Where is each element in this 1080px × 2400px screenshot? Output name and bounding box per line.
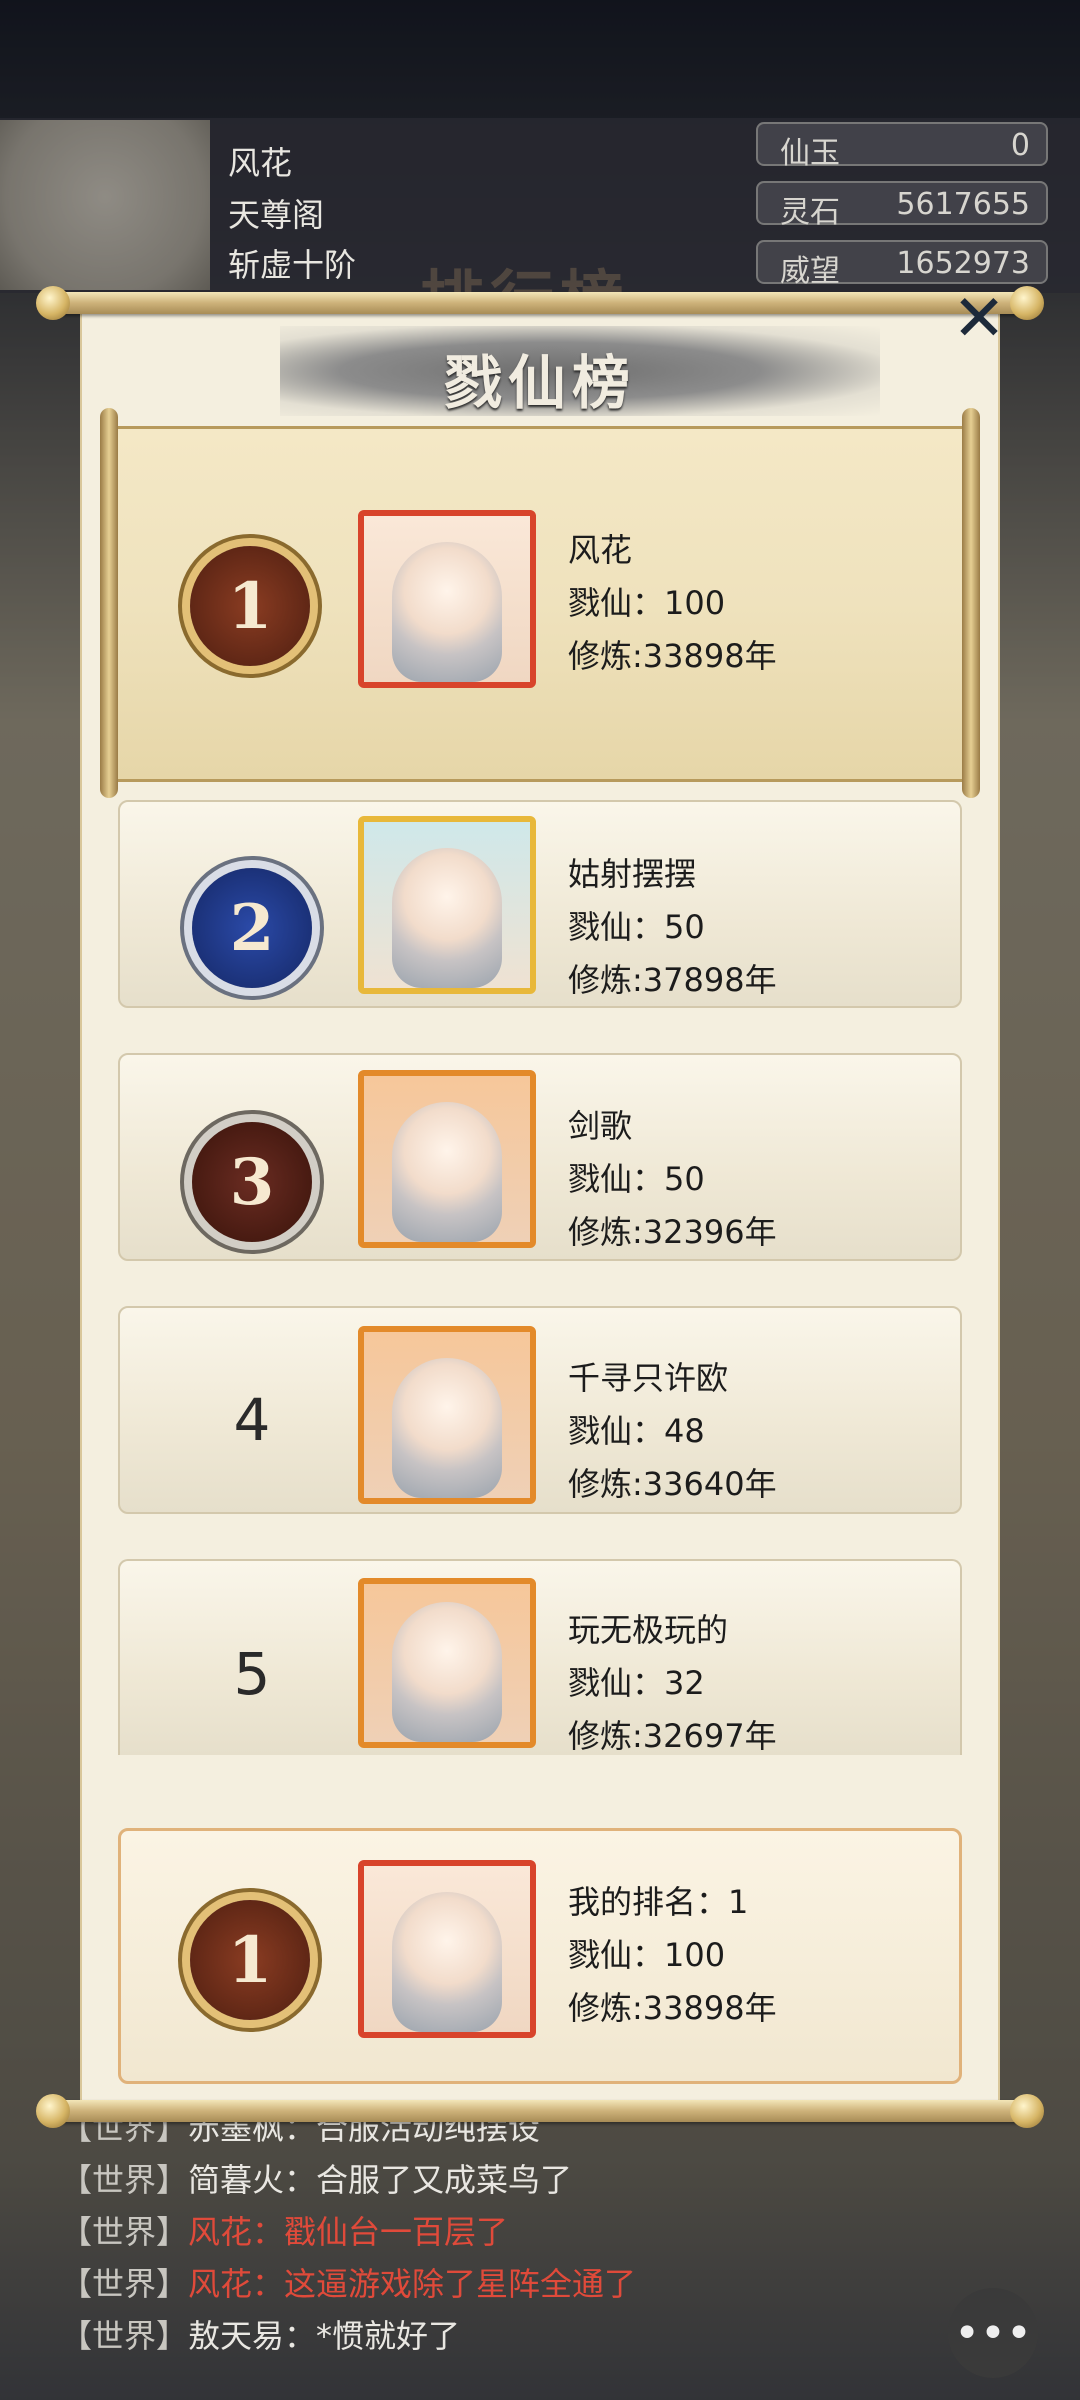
rank-number: 4: [233, 1386, 271, 1454]
entry-kills: 戮仙：100: [568, 584, 726, 622]
player-portrait: [358, 816, 536, 994]
chat-line: 【世界】风花：这逼游戏除了星阵全通了: [60, 2258, 636, 2310]
chat-line: 【世界】风花：戳仙台一百层了: [60, 2206, 636, 2258]
entry-info: 玩无极玩的 戮仙：32 修炼:32697年: [568, 1604, 777, 1763]
chat-text: 这逼游戏除了星阵全通了: [284, 2265, 637, 2303]
rod-knob: [1010, 286, 1044, 320]
portrait-face: [392, 1358, 502, 1498]
entry-info: 剑歌 戮仙：50 修炼:32396年: [568, 1100, 777, 1259]
portrait-face: [392, 1102, 502, 1242]
entry-name: 玩无极玩的: [568, 1611, 729, 1649]
portrait-face: [392, 1602, 502, 1742]
modal-title: 戮仙榜: [443, 349, 636, 417]
entry-kills: 戮仙：48: [568, 1412, 705, 1450]
close-x-icon[interactable]: ✕: [944, 282, 1014, 356]
my-kills: 戮仙：100: [568, 1936, 726, 1974]
rank-medal-gold: 1: [190, 1900, 310, 2020]
chat-text: *惯就好了: [316, 2317, 461, 2355]
player-name: 风花: [228, 144, 293, 182]
chat-text: 合服了又成菜鸟了: [316, 2161, 573, 2199]
player-avatar[interactable]: [0, 120, 210, 290]
entry-info: 风花 戮仙：100 修炼:33898年: [568, 524, 777, 683]
my-cultivation: 修炼:33898年: [568, 1989, 777, 2027]
rank-medal-silver: 2: [192, 868, 312, 988]
my-portrait: [358, 1860, 536, 2038]
player-sect: 天尊阁: [228, 196, 325, 234]
scroll-bottom-rod: [44, 2100, 1036, 2122]
resource-label: 威望: [780, 254, 840, 289]
chat-line: 【世界】敖天易：*惯就好了: [60, 2310, 636, 2362]
rod-knob: [36, 286, 70, 320]
resource-weiwang: 威望 1652973: [756, 240, 1048, 289]
chat-speaker: 敖天易：: [188, 2317, 317, 2355]
entry-kills: 戮仙：50: [568, 1160, 705, 1198]
chat-bubble-icon[interactable]: •••: [948, 2288, 1038, 2378]
entry-name: 千寻只许欧: [568, 1359, 729, 1397]
rod-knob: [36, 2094, 70, 2128]
entry-cultivation: 修炼:32396年: [568, 1213, 777, 1251]
entry-info: 千寻只许欧 戮仙：48 修炼:33640年: [568, 1352, 777, 1511]
entry-cultivation: 修炼:33640年: [568, 1465, 777, 1503]
entry-scroll-rod: [100, 408, 118, 798]
chat-channel: 【世界】: [60, 2213, 189, 2251]
chat-speaker: 简暮火：: [188, 2161, 317, 2199]
player-portrait: [358, 510, 536, 688]
resource-value: 1652973: [896, 246, 1030, 281]
chat-channel: 【世界】: [60, 2161, 189, 2199]
player-portrait: [358, 1578, 536, 1748]
entry-cultivation: 修炼:32697年: [568, 1717, 777, 1755]
entry-kills: 戮仙：50: [568, 908, 705, 946]
player-portrait: [358, 1070, 536, 1248]
rank-medal-bronze: 3: [192, 1122, 312, 1242]
rank-number: 5: [233, 1640, 271, 1708]
rank-medal-gold: 1: [190, 546, 310, 666]
portrait-face: [392, 848, 502, 988]
entry-info: 姑射摆摆 戮仙：50 修炼:37898年: [568, 848, 777, 1007]
chat-line: 【世界】简暮火：合服了又成菜鸟了: [60, 2154, 636, 2206]
chat-channel: 【世界】: [60, 2317, 189, 2355]
resource-xianyu: 仙玉 0: [756, 122, 1048, 171]
resource-label: 仙玉: [780, 136, 840, 171]
entry-name: 姑射摆摆: [568, 855, 697, 893]
world-chat[interactable]: 【世界】赤墨枫：合服活动纯摆设 【世界】简暮火：合服了又成菜鸟了 【世界】风花：…: [60, 2102, 636, 2362]
scroll-top-rod: [44, 292, 1036, 314]
resource-value: 5617655: [896, 187, 1030, 222]
entry-name: 风花: [568, 531, 633, 569]
resource-label: 灵石: [780, 195, 840, 230]
chat-speaker: 风花：: [188, 2265, 285, 2303]
rod-knob: [1010, 2094, 1044, 2128]
chat-text: 戳仙台一百层了: [284, 2213, 509, 2251]
portrait-face: [392, 1892, 502, 2032]
chat-speaker: 风花：: [188, 2213, 285, 2251]
resource-value: 0: [1010, 128, 1030, 163]
resource-lingshi: 灵石 5617655: [756, 181, 1048, 230]
player-portrait: [358, 1326, 536, 1504]
entry-scroll-rod: [962, 408, 980, 798]
portrait-face: [392, 542, 502, 682]
my-rank-info: 我的排名：1 戮仙：100 修炼:33898年: [568, 1876, 777, 2035]
entry-kills: 戮仙：32: [568, 1664, 705, 1702]
player-realm: 斩虚十阶: [228, 246, 357, 284]
my-rank-label: 我的排名：1: [568, 1883, 749, 1921]
entry-cultivation: 修炼:37898年: [568, 961, 777, 999]
entry-name: 剑歌: [568, 1107, 633, 1145]
chat-channel: 【世界】: [60, 2265, 189, 2303]
entry-cultivation: 修炼:33898年: [568, 637, 777, 675]
